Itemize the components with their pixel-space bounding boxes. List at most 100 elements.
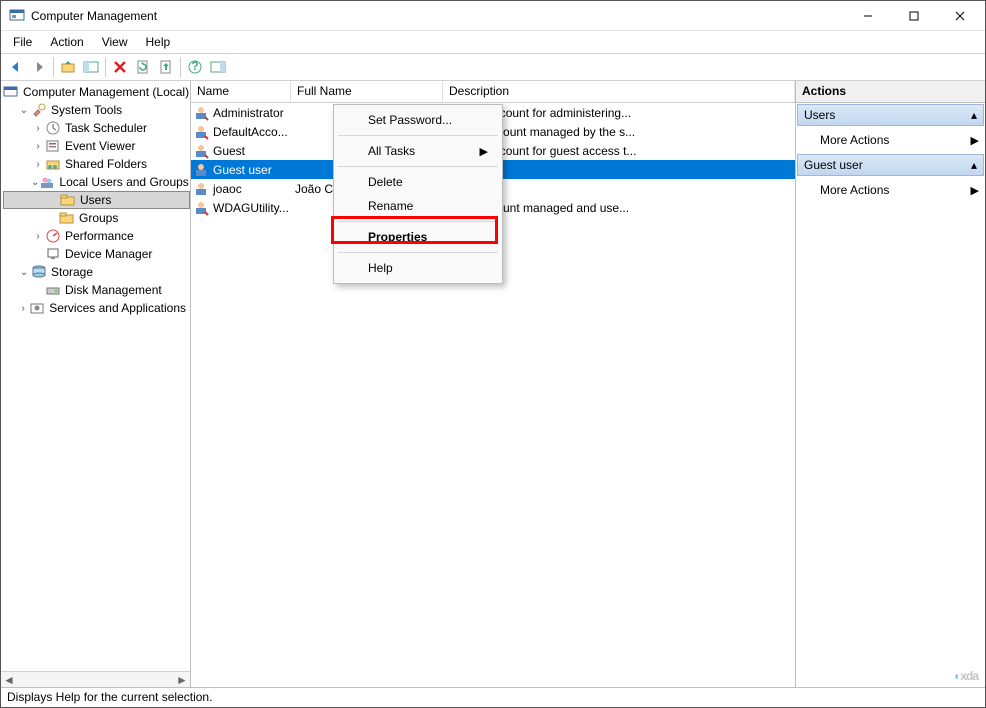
user-icon bbox=[193, 162, 209, 178]
collapse-icon[interactable]: ⌄ bbox=[31, 177, 39, 188]
clock-icon bbox=[45, 120, 61, 136]
help-button[interactable]: ? bbox=[184, 56, 206, 78]
svg-text:?: ? bbox=[191, 59, 198, 73]
show-hide-tree-button[interactable] bbox=[80, 56, 102, 78]
main-area: Computer Management (Local) ⌄System Tool… bbox=[1, 81, 985, 687]
actions-pane: Actions Users ▴ More Actions ▶ Guest user ▴… bbox=[796, 81, 985, 687]
collapse-icon[interactable]: ⌄ bbox=[17, 267, 31, 278]
tree-root[interactable]: Computer Management (Local) bbox=[3, 83, 190, 101]
device-manager-icon bbox=[45, 246, 61, 262]
close-button[interactable] bbox=[937, 1, 983, 31]
tree-label: Event Viewer bbox=[65, 139, 135, 153]
action-label: More Actions bbox=[820, 133, 889, 147]
ctx-all-tasks[interactable]: All Tasks▶ bbox=[334, 139, 502, 163]
toolbar-separator bbox=[53, 57, 54, 77]
minimize-button[interactable] bbox=[845, 1, 891, 31]
tree-label: Services and Applications bbox=[49, 301, 186, 315]
tree-label: Disk Management bbox=[65, 283, 162, 297]
tree-label: Local Users and Groups bbox=[59, 175, 188, 189]
chevron-right-icon: ▶ bbox=[971, 184, 979, 197]
action-more-users[interactable]: More Actions▶ bbox=[796, 127, 985, 153]
list-body: AdministratorBuilt-in account for admini… bbox=[191, 103, 795, 687]
storage-icon bbox=[31, 264, 47, 280]
tree-label: Computer Management (Local) bbox=[23, 85, 189, 99]
tree-shared-folders[interactable]: › Shared Folders bbox=[3, 155, 190, 173]
tree-groups[interactable]: Groups bbox=[3, 209, 190, 227]
column-description[interactable]: Description bbox=[443, 81, 795, 102]
delete-button[interactable] bbox=[109, 56, 131, 78]
tree-storage[interactable]: ⌄ Storage bbox=[3, 263, 190, 281]
menu-view[interactable]: View bbox=[94, 33, 136, 51]
tree-horizontal-scrollbar[interactable]: ◄► bbox=[1, 671, 190, 687]
user-icon bbox=[193, 143, 209, 159]
collapse-icon[interactable]: ⌄ bbox=[17, 105, 31, 116]
tree-label: Shared Folders bbox=[65, 157, 147, 171]
user-name: DefaultAcco... bbox=[211, 125, 293, 139]
user-name: Administrator bbox=[211, 106, 293, 120]
collapse-icon[interactable]: ▴ bbox=[971, 108, 977, 122]
export-button[interactable] bbox=[155, 56, 177, 78]
ctx-help[interactable]: Help bbox=[334, 256, 502, 280]
window-title: Computer Management bbox=[31, 9, 845, 23]
actions-section-guest[interactable]: Guest user ▴ bbox=[797, 154, 984, 176]
ctx-label: Help bbox=[368, 261, 393, 275]
list-pane: Name Full Name Description Administrator… bbox=[191, 81, 796, 687]
ctx-label: Set Password... bbox=[368, 113, 452, 127]
tree-system-tools[interactable]: ⌄System Tools bbox=[3, 101, 190, 119]
user-name: WDAGUtility... bbox=[211, 201, 293, 215]
user-icon bbox=[193, 200, 209, 216]
context-menu: Set Password... All Tasks▶ Delete Rename… bbox=[333, 104, 503, 284]
tree-services-apps[interactable]: › Services and Applications bbox=[3, 299, 190, 317]
tree-device-manager[interactable]: Device Manager bbox=[3, 245, 190, 263]
expand-icon[interactable]: › bbox=[17, 303, 29, 314]
ctx-rename[interactable]: Rename bbox=[334, 194, 502, 218]
column-name[interactable]: Name bbox=[191, 81, 291, 102]
maximize-button[interactable] bbox=[891, 1, 937, 31]
users-groups-icon bbox=[39, 174, 55, 190]
action-label: More Actions bbox=[820, 183, 889, 197]
column-full-name[interactable]: Full Name bbox=[291, 81, 443, 102]
ctx-set-password[interactable]: Set Password... bbox=[334, 108, 502, 132]
ctx-properties[interactable]: Properties bbox=[334, 225, 502, 249]
action-more-guest[interactable]: More Actions ▶ bbox=[796, 177, 985, 203]
section-label: Guest user bbox=[804, 158, 863, 172]
tree-event-viewer[interactable]: › Event Viewer bbox=[3, 137, 190, 155]
actions-section-users[interactable]: Users ▴ bbox=[797, 104, 984, 126]
tree-label: Groups bbox=[79, 211, 118, 225]
menubar: File Action View Help bbox=[1, 31, 985, 53]
action-pane-toggle[interactable] bbox=[207, 56, 229, 78]
expand-icon[interactable]: › bbox=[31, 159, 45, 170]
collapse-icon[interactable]: ▴ bbox=[971, 158, 977, 172]
expand-icon[interactable]: › bbox=[31, 231, 45, 242]
ctx-separator bbox=[338, 252, 498, 253]
forward-button[interactable] bbox=[28, 56, 50, 78]
tree-users[interactable]: Users bbox=[3, 191, 190, 209]
ctx-label: Delete bbox=[368, 175, 403, 189]
section-label: Users bbox=[804, 108, 835, 122]
toolbar-separator bbox=[105, 57, 106, 77]
menu-help[interactable]: Help bbox=[138, 33, 179, 51]
tree-pane: Computer Management (Local) ⌄System Tool… bbox=[1, 81, 191, 687]
ctx-label: Properties bbox=[368, 230, 427, 244]
expand-icon[interactable]: › bbox=[31, 141, 45, 152]
tree-label: Storage bbox=[51, 265, 93, 279]
ctx-label: Rename bbox=[368, 199, 413, 213]
disk-icon bbox=[45, 282, 61, 298]
menu-file[interactable]: File bbox=[5, 33, 40, 51]
user-name: Guest bbox=[211, 144, 293, 158]
menu-action[interactable]: Action bbox=[42, 33, 91, 51]
titlebar: Computer Management bbox=[1, 1, 985, 31]
tree-performance[interactable]: ›Performance bbox=[3, 227, 190, 245]
tree-label: Task Scheduler bbox=[65, 121, 147, 135]
expand-icon[interactable]: › bbox=[31, 123, 45, 134]
up-button[interactable] bbox=[57, 56, 79, 78]
refresh-button[interactable] bbox=[132, 56, 154, 78]
user-icon bbox=[193, 181, 209, 197]
tree-task-scheduler[interactable]: › Task Scheduler bbox=[3, 119, 190, 137]
services-icon bbox=[29, 300, 45, 316]
ctx-delete[interactable]: Delete bbox=[334, 170, 502, 194]
actions-header: Actions bbox=[796, 81, 985, 103]
back-button[interactable] bbox=[5, 56, 27, 78]
tree-local-users-groups[interactable]: ⌄ Local Users and Groups bbox=[3, 173, 190, 191]
tree-disk-management[interactable]: Disk Management bbox=[3, 281, 190, 299]
